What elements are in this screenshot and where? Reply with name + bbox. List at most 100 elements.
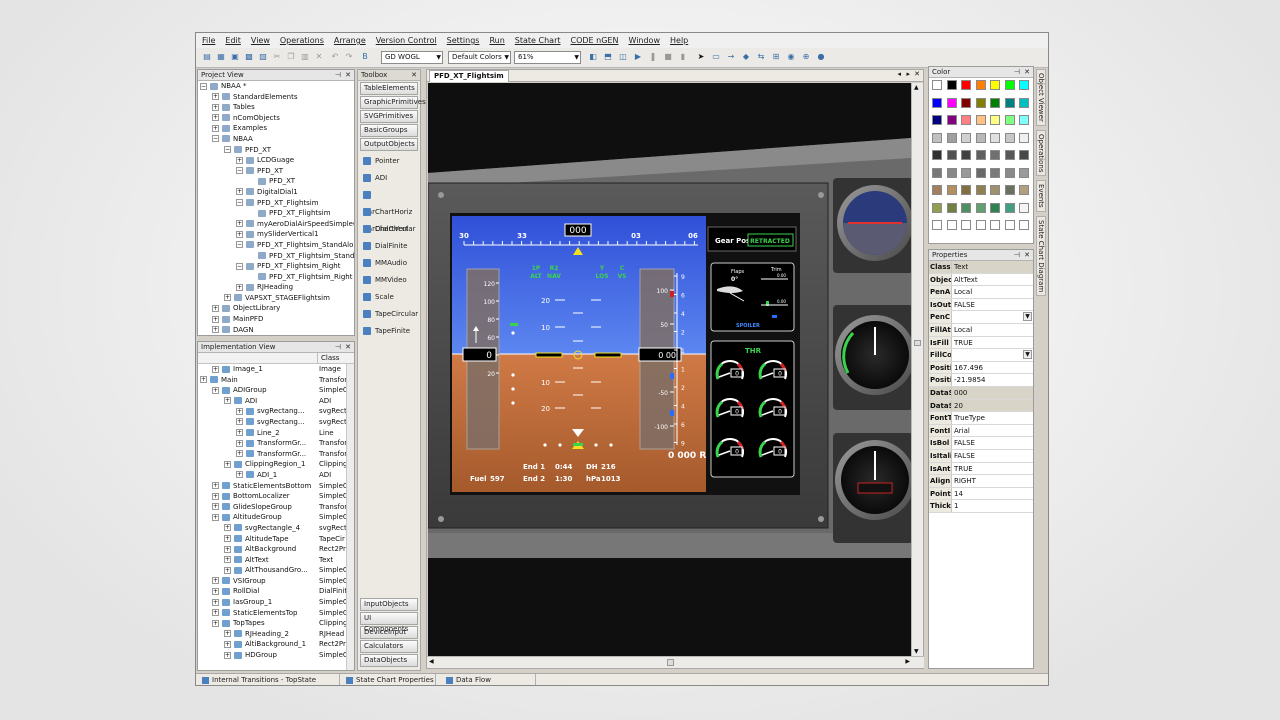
print-icon[interactable]: ▧ xyxy=(258,52,268,62)
color-swatch[interactable] xyxy=(961,167,971,178)
project-tree-item[interactable]: − PFD_XT xyxy=(200,166,354,177)
color-swatch[interactable] xyxy=(990,150,1000,160)
implementation-tree-item[interactable]: + VSIGroup SimpleG xyxy=(200,576,354,587)
collapse-icon[interactable]: − xyxy=(236,167,243,175)
project-tree-item[interactable]: + VAPSXT_STAGEFlightsim xyxy=(200,293,354,304)
expand-icon[interactable]: + xyxy=(236,429,243,437)
property-row[interactable]: Positi -21.9854 xyxy=(929,374,1033,387)
property-row[interactable]: FontI Arial xyxy=(929,424,1033,438)
color-swatch[interactable] xyxy=(990,167,1000,178)
project-tree-item[interactable]: − PFD_XT_Flightsim xyxy=(200,198,354,209)
globe-tool-icon[interactable]: ◉ xyxy=(786,52,796,62)
toolbox-category-button[interactable]: DataObjects xyxy=(360,654,418,667)
expand-icon[interactable]: + xyxy=(212,492,219,500)
expand-icon[interactable]: + xyxy=(212,103,219,111)
property-row[interactable]: IsFill TRUE xyxy=(929,336,1033,350)
color-swatch[interactable] xyxy=(975,80,986,90)
expand-icon[interactable]: + xyxy=(212,114,219,122)
project-tree-item[interactable]: − PFD_XT_Flightsim_StandAlone xyxy=(200,240,354,251)
expand-icon[interactable]: + xyxy=(236,450,243,458)
color-swatch[interactable] xyxy=(1004,167,1015,178)
expand-icon[interactable]: + xyxy=(224,397,231,405)
implementation-tree-item[interactable]: + svgRectang... svgRect xyxy=(200,406,354,417)
implementation-tree-item[interactable]: + Line_2 Line xyxy=(200,428,354,439)
copy-icon[interactable]: ❐ xyxy=(286,52,296,62)
implementation-tree-item[interactable]: + HDGroup SimpleG xyxy=(200,650,354,661)
color-swatch[interactable] xyxy=(1019,132,1029,143)
horizontal-scrollbar[interactable]: ◀ ▶ xyxy=(427,656,924,668)
color-swatch[interactable] xyxy=(1004,97,1015,108)
history-tool-icon[interactable]: ⊕ xyxy=(801,52,811,62)
zoom-select[interactable]: 61% ▼ xyxy=(514,51,581,64)
project-tree-item[interactable]: + LCDGuage xyxy=(200,155,354,166)
property-row[interactable]: IsItali FALSE xyxy=(929,449,1033,463)
expand-icon[interactable]: + xyxy=(212,315,219,323)
color-swatch[interactable] xyxy=(1004,132,1015,143)
expand-icon[interactable]: + xyxy=(236,188,243,196)
color-swatch[interactable] xyxy=(1019,167,1029,178)
expand-icon[interactable]: + xyxy=(236,220,243,228)
implementation-tree-item[interactable]: + TransformGr... Transfor xyxy=(200,438,354,449)
toolbox-category-button[interactable]: SVGPrimitives xyxy=(360,110,418,123)
colors-select[interactable]: Default Colors ▼ xyxy=(448,51,511,64)
implementation-tree-item[interactable]: + ClippingRegion_1 Clipping xyxy=(200,459,354,470)
color-swatch[interactable] xyxy=(1019,115,1029,125)
property-value[interactable]: TRUE xyxy=(952,337,1033,349)
project-tree-item[interactable]: + Tables xyxy=(200,102,354,113)
expand-icon[interactable]: + xyxy=(224,535,231,542)
color-swatch[interactable] xyxy=(946,185,957,195)
cut-icon[interactable]: ✂ xyxy=(272,52,282,62)
color-swatch[interactable] xyxy=(961,132,971,143)
color-swatch[interactable] xyxy=(975,167,986,178)
color-swatch[interactable] xyxy=(990,185,1000,195)
pin-icon[interactable]: ⊣ xyxy=(1014,250,1020,261)
implementation-tree-item[interactable]: + ADIGroup SimpleG xyxy=(200,385,354,396)
impl-scrollbar[interactable] xyxy=(346,364,354,670)
menu-item[interactable]: Help xyxy=(670,36,688,45)
side-tab[interactable]: Operations xyxy=(1036,129,1046,177)
property-row[interactable]: Point 14 xyxy=(929,487,1033,501)
expand-icon[interactable]: + xyxy=(212,124,219,132)
collapse-icon[interactable]: − xyxy=(236,241,243,249)
color-swatch[interactable] xyxy=(1004,150,1015,160)
pin-icon[interactable]: ⊣ xyxy=(335,342,341,353)
property-row[interactable]: Class Text xyxy=(929,261,1033,274)
project-tree-item[interactable]: + ObjectLibrary xyxy=(200,303,354,314)
pointer-tool-icon[interactable]: ➤ xyxy=(696,52,706,62)
color-swatch[interactable] xyxy=(990,220,1000,230)
color-swatch[interactable] xyxy=(1019,185,1029,195)
expand-icon[interactable]: + xyxy=(224,651,231,659)
implementation-tree-item[interactable]: + AltitudeTape TapeCir xyxy=(200,534,354,545)
property-value[interactable]: FALSE xyxy=(952,299,1033,311)
collapse-icon[interactable]: − xyxy=(224,146,231,154)
menu-item[interactable]: Arrange xyxy=(334,36,366,45)
property-row[interactable]: DataS 20 xyxy=(929,399,1033,413)
close-icon[interactable]: ✕ xyxy=(411,70,417,81)
implementation-tree-item[interactable]: + AltThousandGro... SimpleG xyxy=(200,565,354,576)
expand-icon[interactable]: + xyxy=(224,294,231,302)
property-value[interactable]: ▼ xyxy=(952,311,1033,323)
property-value[interactable]: -21.9854 xyxy=(952,374,1033,386)
expand-icon[interactable]: + xyxy=(212,609,219,617)
side-tab[interactable]: Events xyxy=(1036,180,1046,213)
expand-icon[interactable]: + xyxy=(224,630,231,638)
color-swatch[interactable] xyxy=(1004,115,1015,125)
collapse-icon[interactable]: − xyxy=(236,262,243,270)
color-swatch[interactable] xyxy=(975,132,986,143)
property-row[interactable]: FontT TrueType xyxy=(929,412,1033,425)
expand-icon[interactable]: + xyxy=(236,471,243,479)
toolbox-category-button[interactable]: GraphicPrimitives xyxy=(360,96,426,109)
expand-icon[interactable]: + xyxy=(236,439,243,447)
toolbox-category-button[interactable]: UI Components xyxy=(360,612,418,633)
toolbox-item[interactable]: DialFinite xyxy=(358,238,420,255)
rect-tool-icon[interactable]: ▭ xyxy=(711,52,721,62)
property-row[interactable]: IsOut FALSE xyxy=(929,298,1033,312)
color-swatch[interactable] xyxy=(990,97,1000,108)
property-row[interactable]: PenC ▼ xyxy=(929,311,1033,324)
property-value[interactable]: AltText xyxy=(952,274,1033,286)
implementation-tree-item[interactable]: + svgRectang... svgRect xyxy=(200,417,354,428)
implementation-tree-item[interactable]: + Image_1 Image xyxy=(200,364,354,375)
project-tree-item[interactable]: − NBAA xyxy=(200,134,354,145)
color-swatch[interactable] xyxy=(946,202,957,213)
menu-item[interactable]: Operations xyxy=(280,36,324,45)
